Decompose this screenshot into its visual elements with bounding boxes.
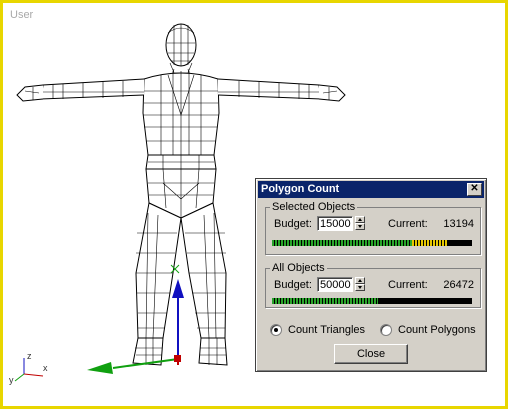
axis-label-y: y (9, 375, 14, 385)
dialog-titlebar[interactable]: Polygon Count ✕ (258, 181, 484, 198)
selected-meter-green-fill (272, 240, 412, 246)
all-budget-spinner[interactable] (355, 277, 365, 292)
dialog-title: Polygon Count (261, 183, 340, 195)
count-polygons-radio[interactable]: Count Polygons (380, 324, 476, 336)
count-mode-radio-group: Count Triangles Count Polygons (270, 324, 478, 338)
all-objects-group: All Objects Budget: Current: 26472 (265, 262, 481, 308)
selected-objects-group: Selected Objects Budget: Current: 13194 (265, 201, 481, 255)
polygon-count-dialog: Polygon Count ✕ Selected Objects Budget:… (255, 178, 487, 372)
selected-budget-meter (272, 240, 472, 246)
selected-objects-title: Selected Objects (270, 201, 358, 213)
all-budget-label: Budget: (274, 279, 312, 291)
selected-budget-input[interactable] (317, 216, 353, 231)
spinner-up-icon[interactable] (355, 216, 365, 223)
selected-budget-label: Budget: (274, 218, 312, 230)
count-polygons-label: Count Polygons (398, 324, 476, 336)
selected-current-value: 13194 (443, 218, 474, 230)
radio-selected-icon[interactable] (270, 324, 282, 336)
close-icon[interactable]: ✕ (467, 183, 482, 196)
all-current-value: 26472 (443, 279, 474, 291)
spinner-up-icon[interactable] (355, 277, 365, 284)
axis-label-x: x (43, 363, 48, 373)
all-budget-input[interactable] (317, 277, 353, 292)
all-budget-meter (272, 298, 472, 304)
selected-budget-spinner[interactable] (355, 216, 365, 231)
spinner-down-icon[interactable] (355, 284, 365, 291)
count-triangles-label: Count Triangles (288, 324, 366, 336)
axis-label-z: z (27, 351, 32, 361)
all-meter-green-fill (272, 298, 378, 304)
close-button[interactable]: Close (334, 344, 408, 364)
radio-unselected-icon[interactable] (380, 324, 392, 336)
count-triangles-radio[interactable]: Count Triangles (270, 324, 365, 336)
all-objects-title: All Objects (270, 262, 327, 274)
spinner-down-icon[interactable] (355, 223, 365, 230)
selected-meter-yellow-fill (412, 240, 448, 246)
selected-current-label: Current: (388, 218, 428, 230)
all-current-label: Current: (388, 279, 428, 291)
